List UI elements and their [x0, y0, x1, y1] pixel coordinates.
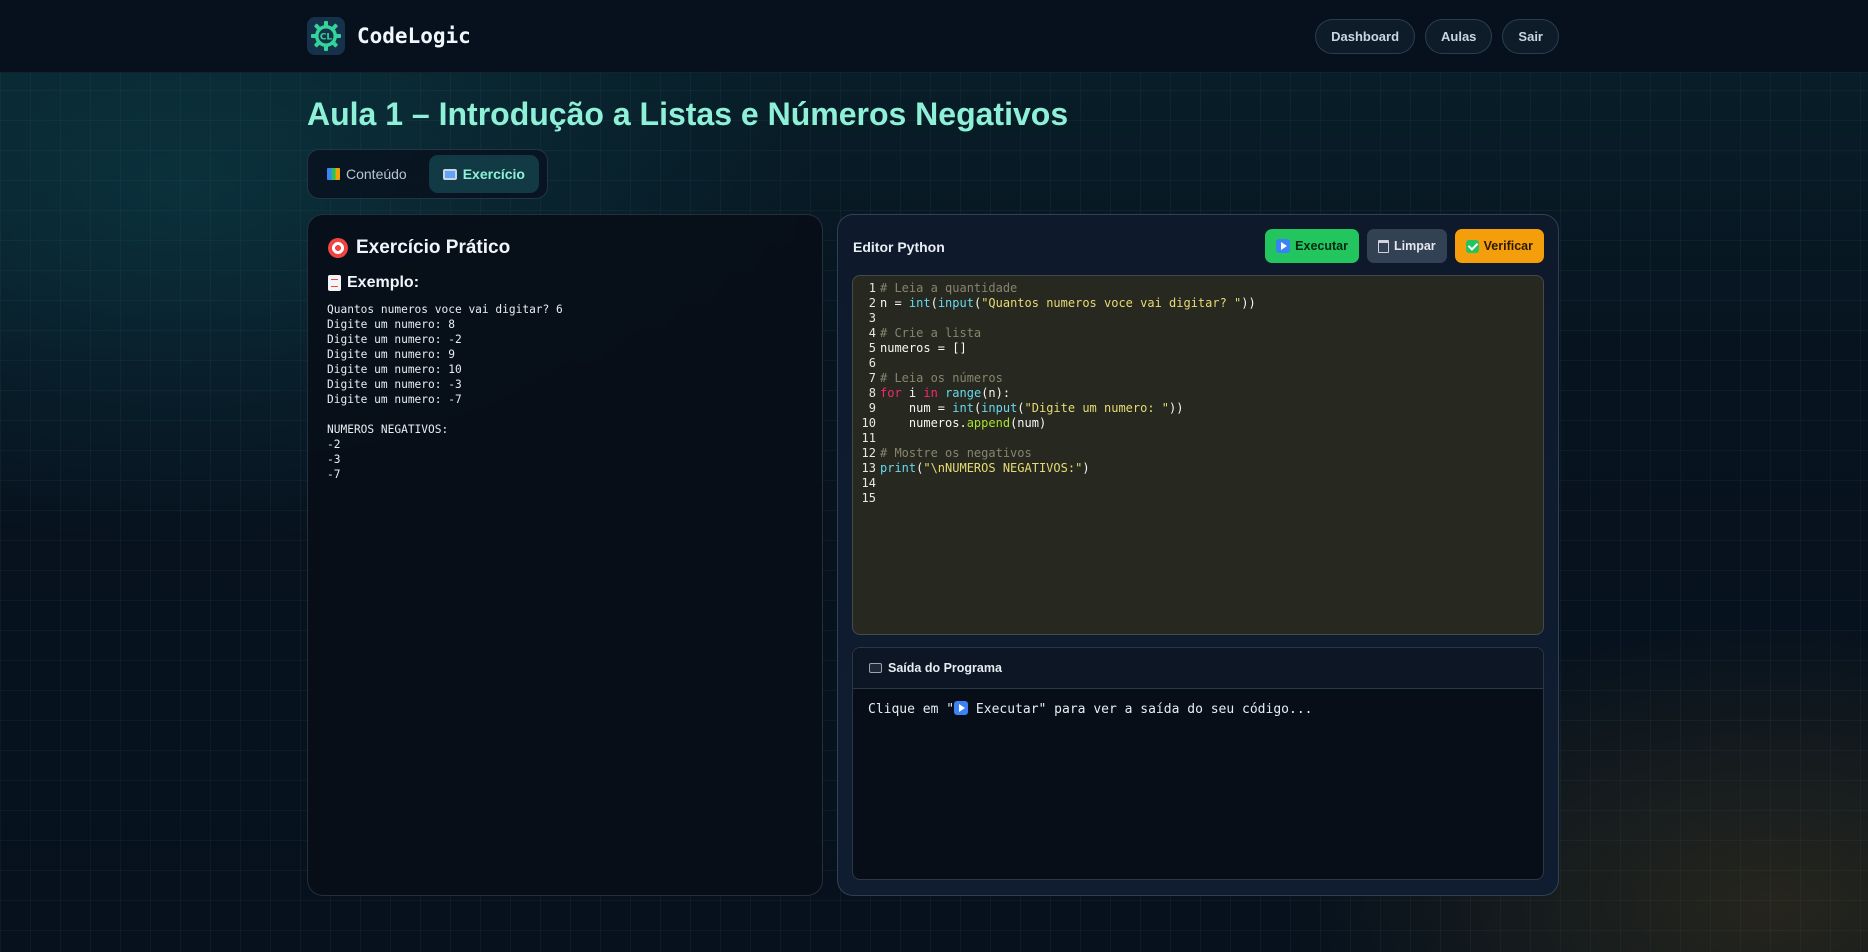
- output-placeholder-after: Executar" para ver a saída do seu código…: [968, 702, 1313, 717]
- program-output: Saída do Programa Clique em " Executar" …: [852, 647, 1544, 880]
- trash-icon: [1377, 239, 1389, 253]
- code-text[interactable]: num = int(input("Digite um numero: ")): [880, 401, 1184, 416]
- example-heading-text: Exemplo:: [347, 274, 420, 291]
- line-number: 4: [868, 326, 876, 340]
- code-text[interactable]: # Leia os números: [880, 371, 1003, 386]
- terminal-icon: [869, 663, 882, 673]
- verify-button[interactable]: Verificar: [1454, 229, 1544, 263]
- code-line[interactable]: 3: [853, 311, 1543, 326]
- brand[interactable]: CL CodeLogic: [307, 17, 471, 55]
- editor-toolbar: Executar Limpar Verificar: [1265, 229, 1544, 263]
- line-number: 10: [861, 416, 876, 430]
- output-placeholder: Clique em " Executar" para ver a saída d…: [853, 689, 1543, 717]
- code-line[interactable]: 5 numeros = []: [853, 341, 1543, 356]
- books-icon: [327, 168, 340, 180]
- nav-dashboard-link[interactable]: Dashboard: [1315, 19, 1416, 54]
- editor-title: Editor Python: [853, 239, 945, 255]
- output-title: Saída do Programa: [888, 661, 1002, 675]
- nav-sair-link[interactable]: Sair: [1502, 19, 1559, 54]
- nav-aulas-link[interactable]: Aulas: [1425, 19, 1493, 54]
- code-line[interactable]: 13 print("\nNUMEROS NEGATIVOS:"): [853, 461, 1543, 476]
- code-line[interactable]: 10 numeros.append(num): [853, 416, 1543, 431]
- line-number: 1: [868, 281, 876, 295]
- code-text[interactable]: n = int(input("Quantos numeros voce vai …: [880, 296, 1256, 311]
- verify-button-label: Verificar: [1483, 239, 1533, 253]
- lesson-tabs: Conteúdo Exercício: [307, 149, 548, 199]
- line-number: 9: [868, 401, 876, 415]
- code-text[interactable]: # Leia a quantidade: [880, 281, 1017, 296]
- top-navbar: CL CodeLogic Dashboard Aulas Sair: [0, 0, 1868, 73]
- tab-conteudo[interactable]: Conteúdo: [313, 155, 421, 193]
- example-heading: Exemplo:: [328, 274, 419, 292]
- run-button[interactable]: Executar: [1265, 229, 1359, 263]
- line-number: 7: [868, 371, 876, 385]
- editor-panel: Editor Python Executar Limpar Verificar …: [837, 214, 1559, 896]
- line-number: 12: [861, 446, 876, 460]
- exercise-title: Exercício Prático: [328, 237, 510, 259]
- line-number: 13: [861, 461, 876, 475]
- brand-name: CodeLogic: [357, 24, 471, 48]
- exercise-panel: Exercício Prático Exemplo: Quantos numer…: [307, 214, 823, 896]
- example-output: Quantos numeros voce vai digitar? 6 Digi…: [327, 303, 563, 481]
- code-text[interactable]: # Mostre os negativos: [880, 446, 1032, 461]
- line-number: 14: [861, 476, 876, 490]
- code-editor[interactable]: 1 # Leia a quantidade 2 n = int(input("Quan…: [852, 275, 1544, 635]
- play-icon: [954, 701, 969, 715]
- code-line[interactable]: 1 # Leia a quantidade: [853, 281, 1543, 296]
- code-line[interactable]: 12 # Mostre os negativos: [853, 446, 1543, 461]
- code-line[interactable]: 14: [853, 476, 1543, 491]
- target-icon: [328, 238, 348, 258]
- code-text[interactable]: for i in range(n):: [880, 386, 1010, 401]
- code-text[interactable]: numeros = []: [880, 341, 967, 356]
- check-icon: [1465, 239, 1479, 253]
- output-placeholder-before: Clique em ": [868, 702, 955, 717]
- code-line[interactable]: 9 num = int(input("Digite um numero: ")): [853, 401, 1543, 416]
- code-text[interactable]: numeros.append(num): [880, 416, 1046, 431]
- line-number: 6: [868, 356, 876, 370]
- clear-button[interactable]: Limpar: [1366, 229, 1447, 263]
- exercise-title-text: Exercício Prático: [356, 237, 511, 258]
- logo-gear-icon: CL: [307, 17, 345, 55]
- logo-text: CL: [320, 33, 333, 43]
- line-number: 15: [861, 491, 876, 505]
- page-title: Aula 1 – Introdução a Listas e Números N…: [307, 96, 1069, 132]
- code-text[interactable]: # Crie a lista: [880, 326, 981, 341]
- line-number: 8: [868, 386, 876, 400]
- code-line[interactable]: 11: [853, 431, 1543, 446]
- line-number: 5: [868, 341, 876, 355]
- line-number: 3: [868, 311, 876, 325]
- run-button-label: Executar: [1295, 239, 1348, 253]
- code-line[interactable]: 4 # Crie a lista: [853, 326, 1543, 341]
- line-number: 11: [861, 431, 876, 445]
- code-line[interactable]: 8 for i in range(n):: [853, 386, 1543, 401]
- code-text[interactable]: print("\nNUMEROS NEGATIVOS:"): [880, 461, 1090, 476]
- code-line[interactable]: 2 n = int(input("Quantos numeros voce vai…: [853, 296, 1543, 311]
- tab-exercicio-label: Exercício: [462, 166, 525, 182]
- laptop-icon: [442, 168, 457, 180]
- code-line[interactable]: 15: [853, 491, 1543, 506]
- document-icon: [328, 275, 341, 291]
- main-nav: Dashboard Aulas Sair: [1315, 19, 1559, 54]
- tab-conteudo-label: Conteúdo: [346, 166, 407, 182]
- play-icon: [1276, 239, 1291, 253]
- output-header: Saída do Programa: [853, 648, 1543, 689]
- code-line[interactable]: 7 # Leia os números: [853, 371, 1543, 386]
- code-line[interactable]: 6: [853, 356, 1543, 371]
- line-number: 2: [868, 296, 876, 310]
- clear-button-label: Limpar: [1393, 239, 1436, 253]
- tab-exercicio[interactable]: Exercício: [428, 155, 539, 193]
